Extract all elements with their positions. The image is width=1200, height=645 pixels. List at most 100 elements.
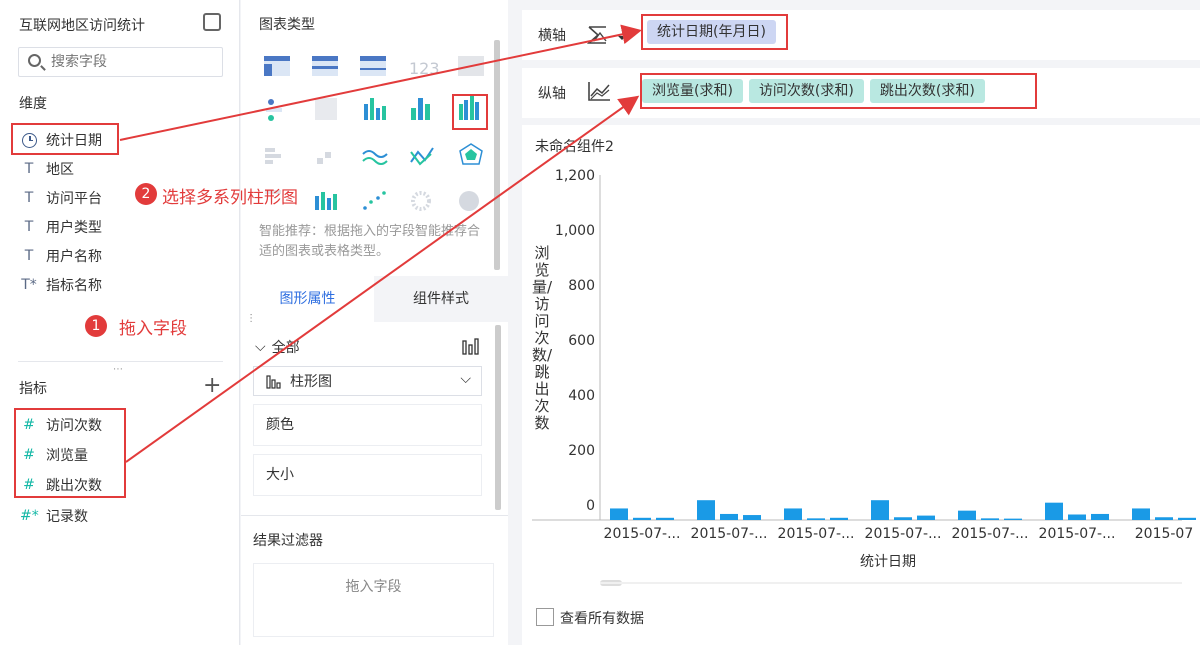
bar — [656, 517, 674, 520]
y-axis-type-icon[interactable] — [586, 80, 614, 104]
smart-recommend-hint: 智能推荐：根据拖入的字段智能推荐合适的图表或表格类型。 — [259, 224, 481, 259]
text-type-icon: T — [24, 190, 34, 206]
line-icon — [410, 147, 434, 166]
bar — [1004, 518, 1022, 520]
text-type-icon: T — [24, 219, 34, 235]
x-tick-label: 2015-07-... — [691, 526, 768, 542]
text-type-icon: T — [24, 161, 34, 177]
radar-icon — [459, 143, 483, 165]
step-2-badge: 2 — [135, 183, 157, 205]
measure-label: 指标 — [19, 381, 47, 397]
bar — [958, 510, 976, 520]
switch-dataset-icon[interactable] — [203, 13, 221, 31]
y-tick-label: 0 — [586, 498, 595, 514]
search-input[interactable] — [51, 52, 216, 72]
color-property[interactable]: 颜色 — [253, 404, 482, 446]
table-icon — [264, 56, 290, 76]
filter-dropzone[interactable]: 拖入字段 — [253, 563, 494, 637]
bubble-icon — [411, 191, 431, 211]
chart-config-panel: 图表类型 123 智能推荐：根据拖入的字段智能推荐合适的图表或表格类型。 图形属… — [241, 0, 508, 645]
y-tick-label: 1,200 — [555, 168, 595, 184]
resize-handle-icon[interactable]: ⋯ — [113, 364, 124, 375]
text-type-icon: T — [24, 248, 34, 264]
x-tick-label: 2015-07-... — [1039, 526, 1116, 542]
scroll-track — [600, 582, 1182, 584]
bar — [610, 508, 628, 520]
x-axis-row: 横轴 统计日期(年月日) — [522, 10, 1200, 60]
field-label: 用户名称 — [46, 249, 102, 265]
y-tick-label: 200 — [568, 443, 595, 459]
combo-bar-icon — [315, 192, 337, 210]
field-panel: 互联网地区访问统计 维度 统计日期 T 地区 T 访问平台 T 用户类型 T 用… — [0, 0, 240, 645]
bar — [894, 517, 912, 520]
size-property[interactable]: 大小 — [253, 454, 482, 496]
chart-type-title: 图表类型 — [259, 17, 315, 33]
field-label: 记录数 — [46, 509, 88, 525]
field-search[interactable] — [18, 47, 223, 77]
bar — [1178, 517, 1196, 520]
view-all-checkbox[interactable] — [536, 608, 554, 626]
highlight-box — [641, 14, 788, 50]
step-1-annotation: 拖入字段 — [119, 319, 187, 339]
bar — [981, 518, 999, 520]
y-axis-row: 纵轴 浏览量(求和) 访问次数(求和) 跳出次数(求和) — [522, 68, 1200, 118]
bar — [697, 500, 715, 520]
field-label: 用户类型 — [46, 220, 102, 236]
scrollbar[interactable] — [495, 325, 501, 510]
number-calc-type-icon: #* — [20, 508, 39, 524]
bar — [1045, 502, 1063, 520]
dimension-item-user-type[interactable]: T 用户类型 — [20, 215, 220, 239]
y-tick-label: 800 — [568, 278, 595, 294]
measure-item-records[interactable]: #* 记录数 — [20, 504, 220, 528]
chart-type-select[interactable]: 柱形图 ⌵ — [253, 366, 482, 396]
step-1-badge: 1 — [85, 315, 107, 337]
divider — [241, 515, 508, 516]
highlight-box — [640, 73, 1037, 109]
resize-handle-icon[interactable]: ⋯ — [245, 313, 256, 323]
kpi-icon: 123 — [409, 59, 440, 78]
x-tick-label: 2015-07 — [1135, 526, 1194, 542]
multi-series-bar-selected[interactable] — [452, 94, 488, 130]
field-label: 访问平台 — [46, 191, 102, 207]
text-calc-type-icon: T* — [21, 277, 37, 293]
bar — [720, 513, 738, 520]
detail-table-icon — [458, 56, 484, 76]
bar — [1068, 514, 1086, 520]
x-tick-label: 2015-07-... — [778, 526, 855, 542]
gantt-icon — [265, 148, 281, 164]
step-2-annotation: 选择多系列柱形图 — [162, 188, 298, 208]
tab-component-style[interactable]: 组件样式 — [374, 276, 508, 322]
gutter — [508, 0, 522, 645]
divider — [18, 361, 223, 362]
y-tick-label: 1,000 — [555, 223, 595, 239]
area-line-icon — [362, 150, 388, 165]
scatter-icon — [363, 191, 386, 210]
tab-graphic-properties[interactable]: 图形属性 — [241, 276, 374, 322]
dimension-item-metric-name[interactable]: T* 指标名称 — [20, 273, 220, 297]
all-series-row[interactable]: ⌵ 全部 — [255, 337, 300, 357]
add-measure-icon[interactable]: + — [203, 375, 221, 397]
bar — [633, 517, 651, 520]
group-table-icon — [312, 56, 338, 76]
dot-map-icon — [266, 99, 282, 121]
dimension-label: 维度 — [19, 96, 47, 112]
bar — [1132, 508, 1150, 520]
x-tick-label: 2015-07-... — [604, 526, 681, 542]
bar — [807, 518, 825, 520]
heat-map-icon — [315, 98, 337, 120]
chevron-down-icon: ⌵ — [460, 371, 471, 387]
scrollbar[interactable] — [494, 40, 500, 270]
chevron-down-icon: ⌵ — [255, 339, 266, 355]
dimension-item-user-name[interactable]: T 用户名称 — [20, 244, 220, 268]
step-icon — [317, 152, 331, 164]
x-axis-type-icon[interactable] — [586, 23, 626, 47]
y-tick-label: 400 — [568, 388, 595, 404]
dimension-item-region[interactable]: T 地区 — [20, 157, 220, 181]
result-filter-title: 结果过滤器 — [253, 533, 323, 549]
bar-icon — [411, 98, 430, 120]
select-value: 柱形图 — [290, 374, 332, 390]
highlight-box — [14, 408, 126, 498]
cross-table-icon — [360, 56, 386, 76]
search-icon — [28, 54, 41, 67]
y-tick-label: 600 — [568, 333, 595, 349]
